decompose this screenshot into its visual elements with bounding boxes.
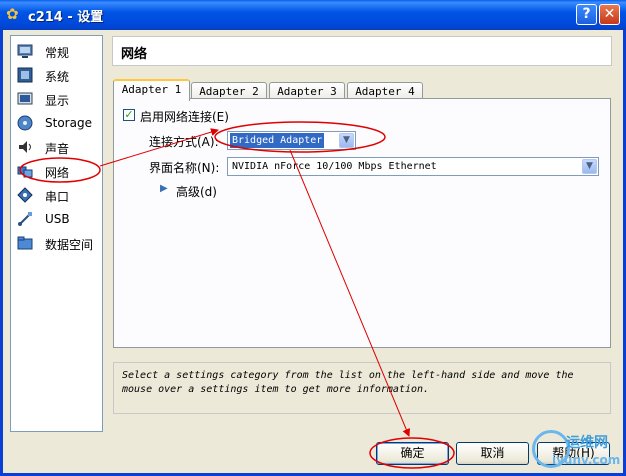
enable-network-checkbox[interactable]: ✓	[123, 109, 135, 121]
shared-folder-icon	[17, 236, 33, 250]
network-icon	[17, 166, 33, 178]
sidebar-item-usb[interactable]: USB	[15, 208, 99, 230]
sidebar-item-shared-folders[interactable]: 数据空间	[15, 232, 99, 254]
chevron-down-icon[interactable]: ▼	[339, 133, 354, 148]
help-title-button[interactable]: ?	[576, 4, 597, 25]
description-box: Select a settings category from the list…	[113, 362, 611, 414]
window-title: c214 - 设置	[28, 10, 104, 25]
sidebar-item-display[interactable]: 显示	[15, 88, 99, 110]
enable-network-label[interactable]: 启用网络连接(E)	[140, 108, 229, 125]
watermark-line1: 运维网	[566, 435, 608, 451]
page-title: 网络	[121, 47, 148, 62]
sidebar-item-storage[interactable]: Storage	[15, 112, 99, 134]
close-button[interactable]: ✕	[599, 4, 620, 25]
tab-adapter-1[interactable]: Adapter 1	[113, 79, 190, 101]
cancel-button[interactable]: 取消	[456, 442, 529, 465]
attached-to-select[interactable]: Bridged Adapter ▼	[227, 131, 356, 150]
interface-name-label: 界面名称(N):	[149, 161, 220, 175]
gear-icon: ✿	[6, 5, 19, 23]
description-text: Select a settings category from the list…	[122, 370, 574, 395]
watermark-line2: iyunv.com	[552, 453, 621, 467]
system-icon	[17, 67, 33, 83]
sidebar-item-audio[interactable]: 声音	[15, 136, 99, 158]
sidebar-item-network[interactable]: 网络	[15, 160, 99, 182]
sidebar-item-serial-port[interactable]: 串口	[15, 184, 99, 206]
general-icon	[17, 44, 33, 58]
usb-icon	[18, 212, 32, 226]
storage-icon	[17, 115, 33, 131]
chevron-down-icon[interactable]: ▼	[582, 159, 597, 174]
audio-icon	[19, 141, 31, 153]
interface-name-select[interactable]: NVIDIA nForce 10/100 Mbps Ethernet ▼	[227, 157, 599, 176]
serial-port-icon	[17, 187, 33, 203]
section-header: 网络	[112, 36, 612, 66]
advanced-toggle[interactable]: 高级(d)	[176, 183, 217, 200]
interface-name-value: NVIDIA nForce 10/100 Mbps Ethernet	[232, 161, 437, 172]
settings-category-list[interactable]: 常规 系统 显示 Storage 声音 网络 串口 USB 数据空间	[10, 35, 103, 432]
display-icon	[17, 92, 33, 105]
sidebar-item-general[interactable]: 常规	[15, 40, 99, 62]
attached-to-label: 连接方式(A):	[149, 135, 219, 149]
watermark-logo: 运维网 iyunv.com	[532, 428, 622, 472]
attached-to-value: Bridged Adapter	[230, 133, 325, 148]
sidebar-item-system[interactable]: 系统	[15, 64, 99, 86]
title-bar[interactable]: ✿ c214 - 设置 ? ✕	[0, 0, 626, 30]
ok-button[interactable]: 确定	[376, 442, 449, 465]
expand-triangle-icon[interactable]: ▶	[160, 183, 168, 194]
